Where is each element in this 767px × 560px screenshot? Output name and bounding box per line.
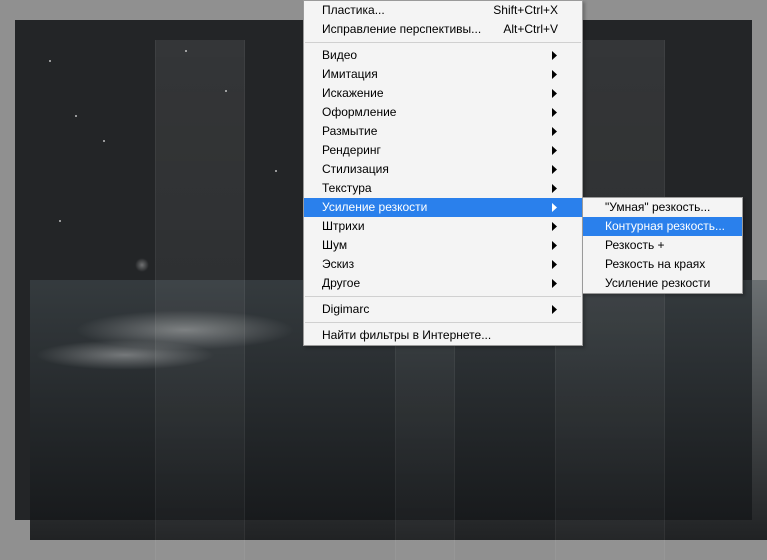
submenu-arrow-icon: [552, 51, 558, 60]
rain-drop: [59, 220, 61, 222]
submenu-arrow-icon: [552, 305, 558, 314]
submenu-arrow-icon: [552, 127, 558, 136]
submenu-arrow-icon: [552, 89, 558, 98]
menu-item-label: Эскиз: [322, 255, 552, 274]
submenu-unsharp-mask[interactable]: Контурная резкость...: [583, 217, 742, 236]
menu-item-label: Шум: [322, 236, 552, 255]
submenu-arrow-icon: [552, 165, 558, 174]
menu-digimarc[interactable]: Digimarc: [304, 300, 582, 319]
menu-sharpen[interactable]: Усиление резкости: [304, 198, 582, 217]
rain-drop: [275, 170, 277, 172]
background-streak: [155, 40, 245, 560]
menu-item-label: Искажение: [322, 84, 552, 103]
rain-drop: [225, 90, 227, 92]
menu-sketch[interactable]: Эскиз: [304, 255, 582, 274]
menu-item-label: Резкость +: [605, 236, 728, 255]
menu-item-label: Резкость на краях: [605, 255, 728, 274]
menu-separator: [305, 322, 581, 323]
menu-item-label: Исправление перспективы...: [322, 20, 503, 39]
sharpen-submenu[interactable]: "Умная" резкость...Контурная резкость...…: [582, 197, 743, 294]
menu-item-label: Усиление резкости: [605, 274, 728, 293]
menu-item-label: Усиление резкости: [322, 198, 552, 217]
menu-item-label: Штрихи: [322, 217, 552, 236]
menu-other[interactable]: Другое: [304, 274, 582, 293]
menu-item-label: Рендеринг: [322, 141, 552, 160]
filter-menu[interactable]: Пластика...Shift+Ctrl+XИсправление персп…: [303, 0, 583, 346]
menu-blur[interactable]: Размытие: [304, 122, 582, 141]
rain-drop: [185, 50, 187, 52]
menu-item-label: Имитация: [322, 65, 552, 84]
rain-drop: [103, 140, 105, 142]
menu-pixelate[interactable]: Оформление: [304, 103, 582, 122]
rain-drop: [75, 115, 77, 117]
menu-item-label: Размытие: [322, 122, 552, 141]
menu-item-label: Оформление: [322, 103, 552, 122]
menu-artistic[interactable]: Имитация: [304, 65, 582, 84]
submenu-arrow-icon: [552, 184, 558, 193]
menu-item-label: Контурная резкость...: [605, 217, 728, 236]
menu-separator: [305, 42, 581, 43]
menu-item-label: Пластика...: [322, 1, 493, 20]
menu-item-label: "Умная" резкость...: [605, 198, 728, 217]
submenu-arrow-icon: [552, 146, 558, 155]
menu-texture[interactable]: Текстура: [304, 179, 582, 198]
submenu-arrow-icon: [552, 222, 558, 231]
menu-item-label: Видео: [322, 46, 552, 65]
menu-brush-strokes[interactable]: Штрихи: [304, 217, 582, 236]
menu-distort[interactable]: Искажение: [304, 84, 582, 103]
rain-splash: [135, 258, 149, 272]
menu-item-label: Найти фильтры в Интернете...: [322, 326, 558, 345]
menu-vanishing-point[interactable]: Исправление перспективы...Alt+Ctrl+V: [304, 20, 582, 39]
menu-liquify[interactable]: Пластика...Shift+Ctrl+X: [304, 1, 582, 20]
puddle-highlight: [35, 340, 215, 370]
submenu-arrow-icon: [552, 241, 558, 250]
menu-video[interactable]: Видео: [304, 46, 582, 65]
menu-item-label: Другое: [322, 274, 552, 293]
menu-browse-filters-online[interactable]: Найти фильтры в Интернете...: [304, 326, 582, 345]
submenu-arrow-icon: [552, 203, 558, 212]
rain-drop: [49, 60, 51, 62]
submenu-arrow-icon: [552, 108, 558, 117]
menu-noise[interactable]: Шум: [304, 236, 582, 255]
menu-render[interactable]: Рендеринг: [304, 141, 582, 160]
menu-stylize[interactable]: Стилизация: [304, 160, 582, 179]
menu-item-shortcut: Shift+Ctrl+X: [493, 1, 558, 20]
menu-item-shortcut: Alt+Ctrl+V: [503, 20, 558, 39]
submenu-sharpen-more[interactable]: Резкость +: [583, 236, 742, 255]
submenu-arrow-icon: [552, 260, 558, 269]
submenu-arrow-icon: [552, 279, 558, 288]
submenu-arrow-icon: [552, 70, 558, 79]
menu-item-label: Стилизация: [322, 160, 552, 179]
menu-item-label: Digimarc: [322, 300, 552, 319]
submenu-smart-sharpen[interactable]: "Умная" резкость...: [583, 198, 742, 217]
menu-separator: [305, 296, 581, 297]
menu-item-label: Текстура: [322, 179, 552, 198]
submenu-sharpen-edges[interactable]: Резкость на краях: [583, 255, 742, 274]
submenu-sharpen[interactable]: Усиление резкости: [583, 274, 742, 293]
